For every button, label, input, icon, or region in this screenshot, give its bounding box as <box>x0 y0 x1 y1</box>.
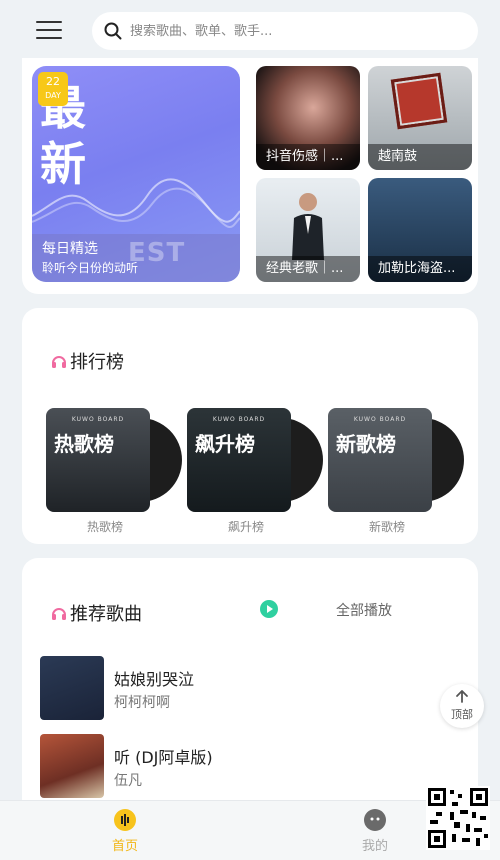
search-icon <box>104 22 122 40</box>
daily-picks-card[interactable]: 最新 22 DAY EST 每日精选 聆听今日份的动听 <box>32 66 240 282</box>
day-badge-number: 22 <box>46 75 60 88</box>
wave-graphic <box>32 178 240 228</box>
recommend-section: 推荐歌曲 全部播放 姑娘别哭泣 柯柯柯啊 听 (DJ阿卓版) 伍凡 <box>22 558 478 818</box>
featured-section: 最新 22 DAY EST 每日精选 聆听今日份的动听 抖音伤感｜... 越南鼓… <box>22 58 478 294</box>
tab-mine-label: 我的 <box>361 839 388 854</box>
play-icon[interactable] <box>260 600 278 618</box>
rank-cover-text: 飙升榜 <box>195 432 255 456</box>
playlist-tile-vietnam-drum[interactable]: 越南鼓 <box>368 66 472 170</box>
cube-art <box>390 72 448 130</box>
home-icon <box>114 809 136 831</box>
search-input[interactable] <box>130 23 450 39</box>
tab-home-label: 首页 <box>111 839 138 854</box>
song-artist: 柯柯柯啊 <box>114 695 170 711</box>
headphones-icon <box>52 608 66 620</box>
tab-mine[interactable]: 我的 <box>345 809 405 854</box>
rank-item-hot[interactable]: KUWO BOARD 热歌榜 热歌榜 <box>46 408 182 534</box>
back-to-top-label: 顶部 <box>451 708 473 721</box>
rank-cover: KUWO BOARD 热歌榜 <box>46 408 150 512</box>
tile-label: 加勒比海盗... <box>368 256 472 282</box>
ranking-title-text: 排行榜 <box>70 352 124 373</box>
rank-cover-text: 热歌榜 <box>54 432 114 456</box>
day-badge-unit: DAY <box>45 91 61 100</box>
man-in-suit-image <box>292 193 324 260</box>
song-row[interactable]: 听 (DJ阿卓版) 伍凡 <box>40 734 460 798</box>
rank-brand: KUWO BOARD <box>353 416 407 423</box>
menu-icon[interactable] <box>36 21 62 41</box>
ranking-section: 排行榜 KUWO BOARD 热歌榜 热歌榜 KUWO BOARD 飙升榜 飙升… <box>22 308 478 544</box>
back-to-top-button[interactable]: 顶部 <box>440 684 484 728</box>
song-row[interactable]: 姑娘别哭泣 柯柯柯啊 <box>40 656 460 720</box>
qr-code-icon <box>426 786 490 850</box>
ranking-title: 排行榜 <box>50 348 124 374</box>
tile-label: 经典老歌｜... <box>256 256 360 282</box>
recommend-title-text: 推荐歌曲 <box>70 604 142 625</box>
rank-brand: KUWO BOARD <box>212 416 266 423</box>
rank-item-new[interactable]: KUWO BOARD 新歌榜 新歌榜 <box>328 408 464 534</box>
top-header <box>0 0 500 62</box>
song-title: 姑娘别哭泣 <box>114 670 195 689</box>
recommend-title: 推荐歌曲 <box>50 600 142 626</box>
search-bar[interactable] <box>92 12 478 50</box>
song-cover <box>40 656 104 720</box>
playlist-tile-pirates[interactable]: 加勒比海盗... <box>368 178 472 282</box>
rank-cover-text: 新歌榜 <box>336 432 396 456</box>
rank-cover: KUWO BOARD 飙升榜 <box>187 408 291 512</box>
playlist-tile-classics[interactable]: 经典老歌｜... <box>256 178 360 282</box>
profile-icon <box>364 809 386 831</box>
day-badge: 22 DAY <box>38 72 68 106</box>
song-artist: 伍凡 <box>114 773 142 789</box>
rank-label: 热歌榜 <box>86 520 123 534</box>
rank-brand: KUWO BOARD <box>71 416 125 423</box>
rank-cover: KUWO BOARD 新歌榜 <box>328 408 432 512</box>
rank-item-rising[interactable]: KUWO BOARD 飙升榜 飙升榜 <box>187 408 323 534</box>
playlist-tile-douyin[interactable]: 抖音伤感｜... <box>256 66 360 170</box>
song-cover <box>40 734 104 798</box>
bottom-tab-bar: 首页 我的 <box>0 800 500 860</box>
headphones-icon <box>52 356 66 368</box>
tile-label: 越南鼓 <box>368 144 472 170</box>
tab-home[interactable]: 首页 <box>95 809 155 854</box>
rank-label: 新歌榜 <box>368 520 405 534</box>
daily-subtitle: 聆听今日份的动听 <box>42 261 139 275</box>
daily-title: 每日精选 <box>42 241 98 257</box>
play-all-button[interactable]: 全部播放 <box>336 600 392 620</box>
arrow-up-icon <box>456 690 468 703</box>
tile-label: 抖音伤感｜... <box>256 144 360 170</box>
song-title: 听 (DJ阿卓版) <box>114 748 213 767</box>
rank-label: 飙升榜 <box>227 520 264 534</box>
